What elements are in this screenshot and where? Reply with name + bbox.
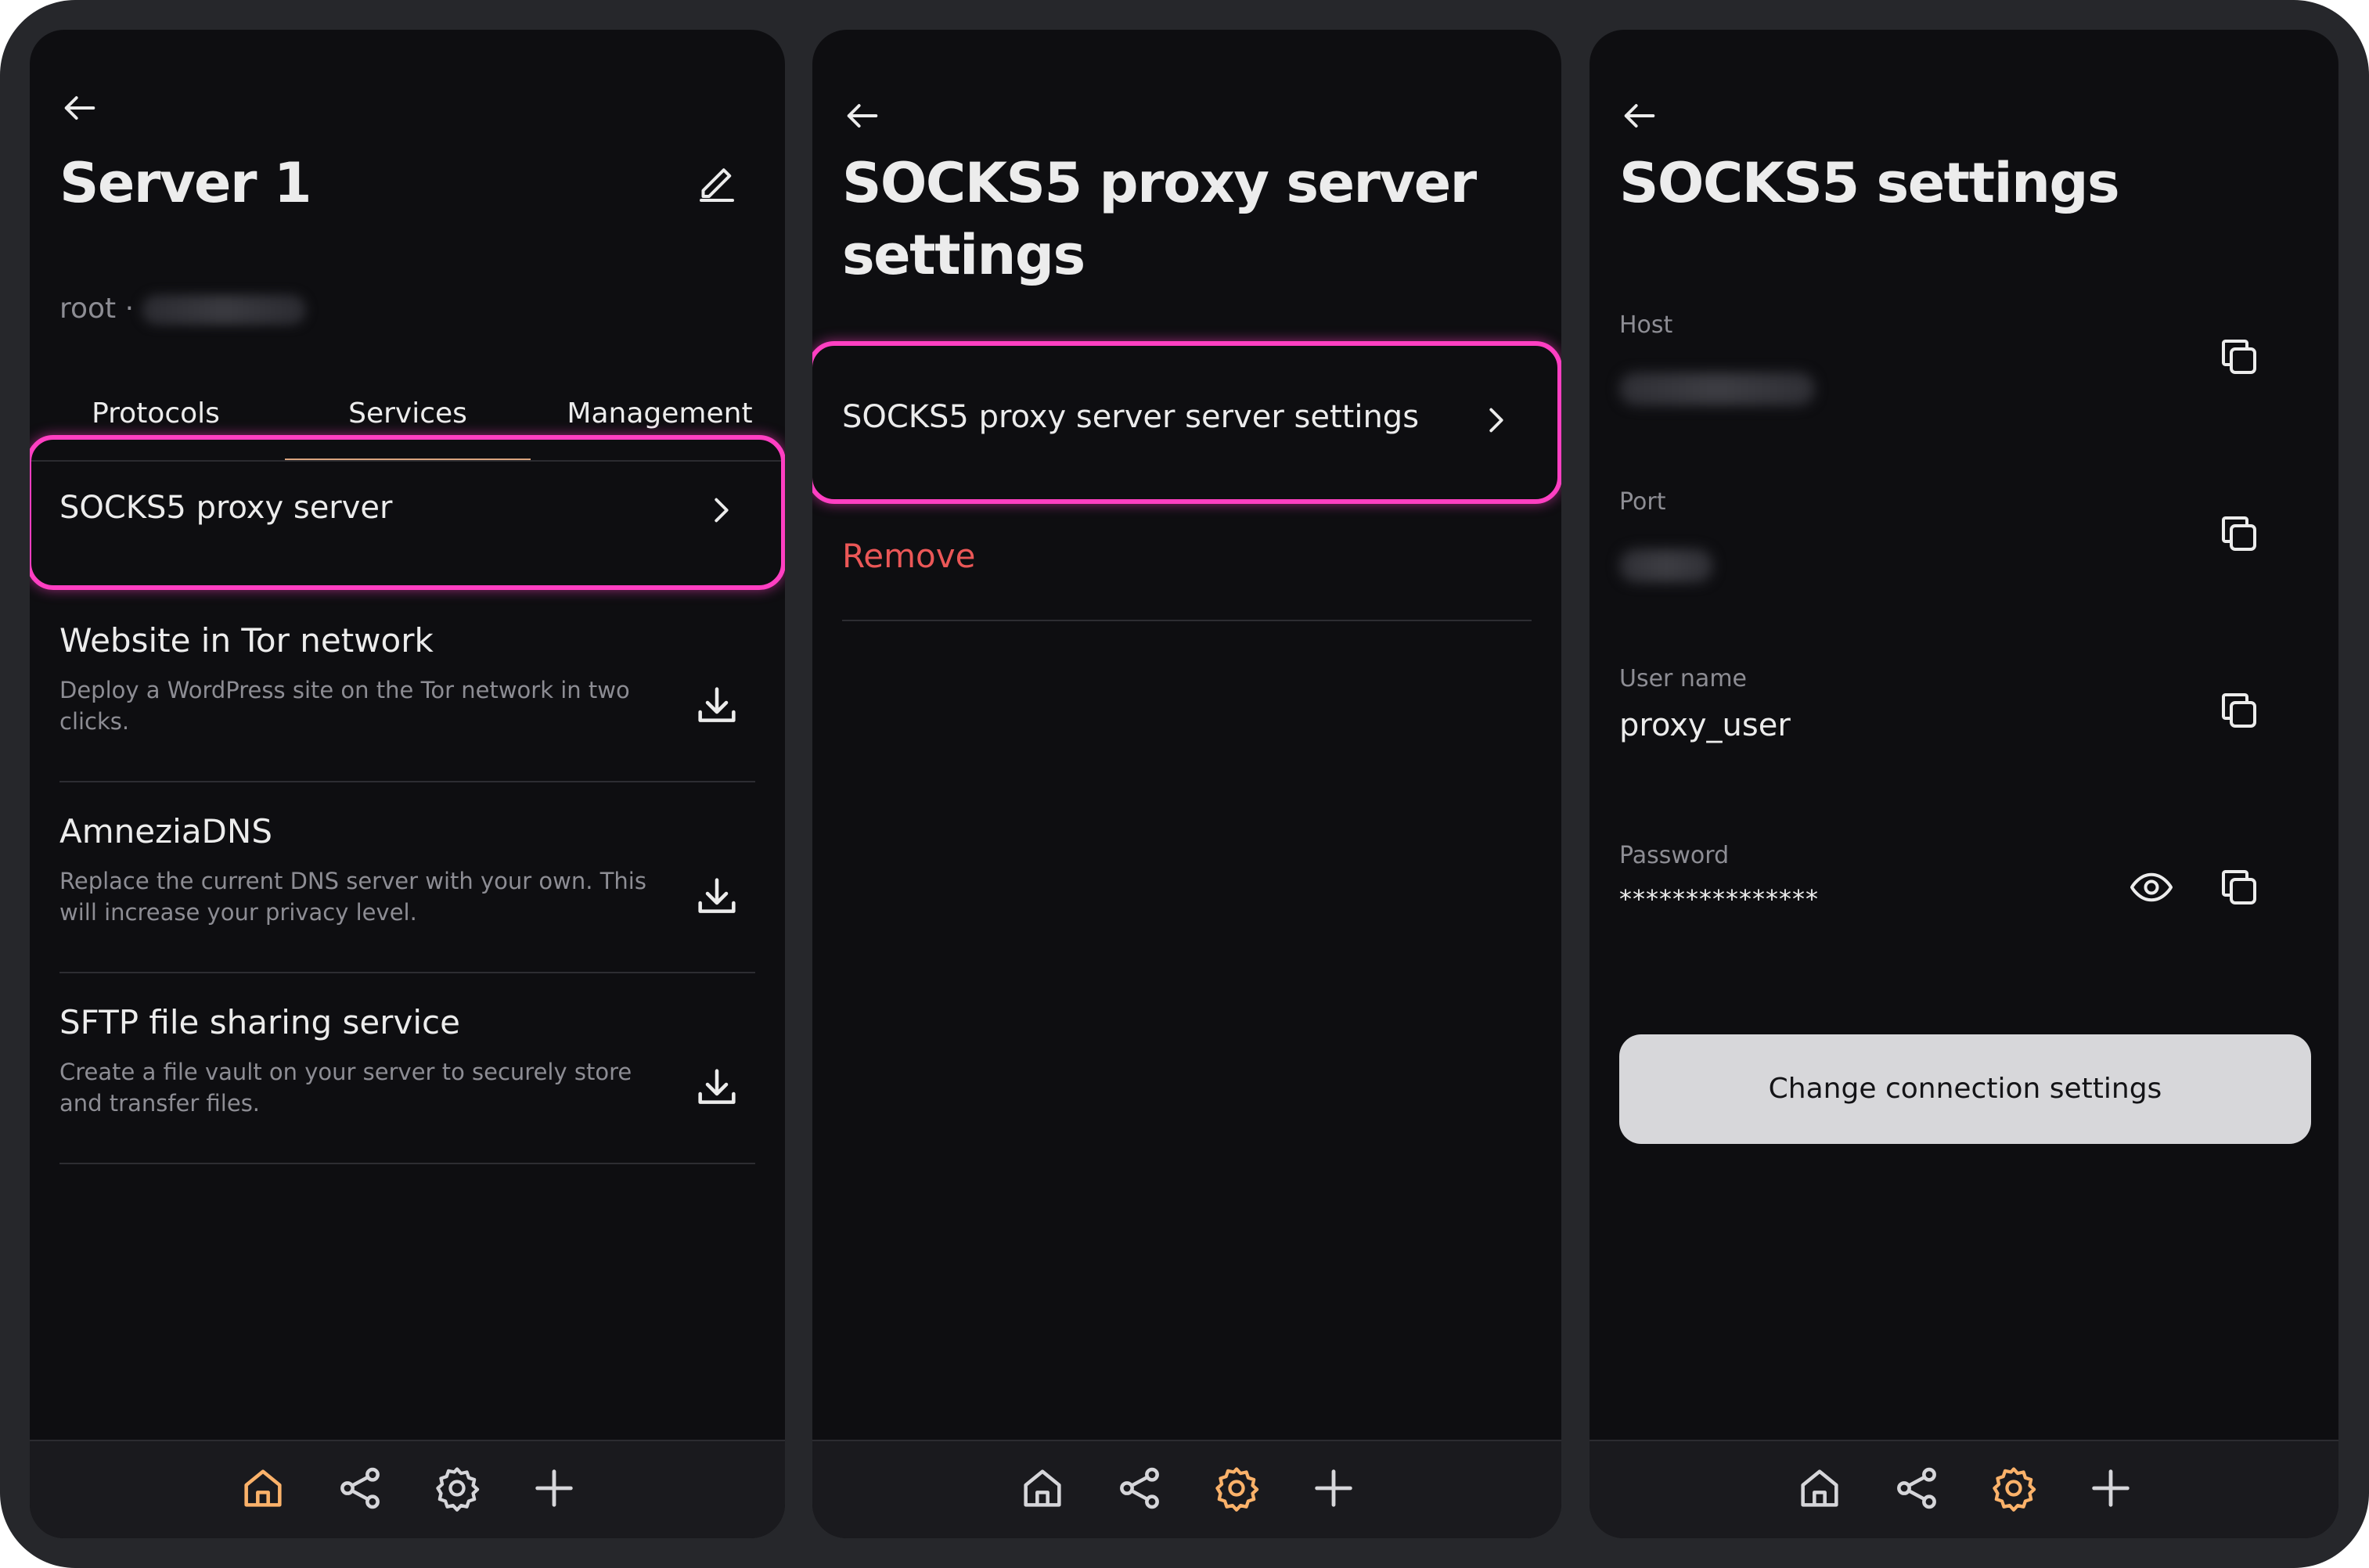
service-desc-sftp: Create a file vault on your server to se… [59,1059,632,1117]
change-connection-settings-button[interactable]: Change connection settings [1619,1034,2311,1144]
plus-icon[interactable] [1309,1463,1359,1513]
server-credentials: root · [59,293,307,325]
page-title-line-2: settings [842,223,1085,287]
home-icon[interactable] [238,1463,288,1513]
password-label: Password [1619,842,1730,869]
list-divider [59,781,755,782]
copy-icon[interactable] [2216,864,2263,911]
password-value: *************** [1619,884,1819,914]
service-desc-tor: Deploy a WordPress site on the Tor netwo… [59,677,630,735]
download-icon[interactable] [692,681,742,731]
server-ip-redacted [142,295,307,325]
home-icon[interactable] [1017,1463,1067,1513]
settings-gear-icon[interactable] [432,1463,482,1513]
service-title-dns: AmneziaDNS [59,812,272,851]
server-user: root · [59,293,135,325]
settings-gear-icon[interactable] [1989,1463,2039,1513]
list-divider [842,620,1532,621]
page-title-line-1: SOCKS5 proxy server [842,151,1477,215]
copy-icon[interactable] [2216,510,2263,557]
socks5-proxy-server-item[interactable]: SOCKS5 proxy server [30,435,785,590]
share-icon[interactable] [1892,1463,1942,1513]
server-settings-label: SOCKS5 proxy server server settings [842,399,1420,435]
service-desc-dns: Replace the current DNS server with your… [59,868,646,926]
share-icon[interactable] [335,1463,385,1513]
window-frame: Server 1 root · Protocols Services Manag… [0,0,2369,1568]
service-title-tor: Website in Tor network [59,621,434,660]
share-icon[interactable] [1114,1463,1165,1513]
socks5-server-settings-item[interactable]: SOCKS5 proxy server server settings [812,341,1561,504]
port-label: Port [1619,488,1666,516]
username-label: User name [1619,665,1747,692]
copy-icon[interactable] [2216,687,2263,734]
service-title-sftp: SFTP file sharing service [59,1003,460,1041]
bottom-nav [1590,1440,2338,1538]
eye-icon[interactable] [2128,864,2175,911]
server-screen: Server 1 root · Protocols Services Manag… [30,30,785,1538]
socks5-settings-screen: SOCKS5 settings Host Port User name prox… [1590,30,2338,1538]
host-label: Host [1619,311,1673,339]
download-icon[interactable] [692,1063,742,1113]
bottom-nav [30,1440,785,1538]
page-title: SOCKS5 settings [1619,151,2120,215]
chevron-right-icon [1478,402,1514,438]
download-icon[interactable] [692,872,742,922]
socks5-item-label: SOCKS5 proxy server [59,490,393,526]
chevron-right-icon [703,492,739,528]
host-value-redacted [1619,372,1815,405]
pencil-icon[interactable] [693,161,740,208]
copy-icon[interactable] [2216,333,2263,380]
arrow-left-icon[interactable] [842,95,883,136]
port-value-redacted [1619,549,1713,582]
arrow-left-icon[interactable] [59,88,100,128]
home-icon[interactable] [1795,1463,1845,1513]
bottom-nav [812,1440,1561,1538]
remove-button[interactable]: Remove [842,537,975,575]
arrow-left-icon[interactable] [1619,95,1660,136]
list-divider [59,1163,755,1164]
settings-gear-icon[interactable] [1212,1463,1262,1513]
page-title: Server 1 [59,151,312,215]
socks5-proxy-screen: SOCKS5 proxy server settings SOCKS5 prox… [812,30,1561,1538]
plus-icon[interactable] [2086,1463,2136,1513]
list-divider [59,972,755,973]
username-value: proxy_user [1619,707,1791,743]
plus-icon[interactable] [529,1463,579,1513]
